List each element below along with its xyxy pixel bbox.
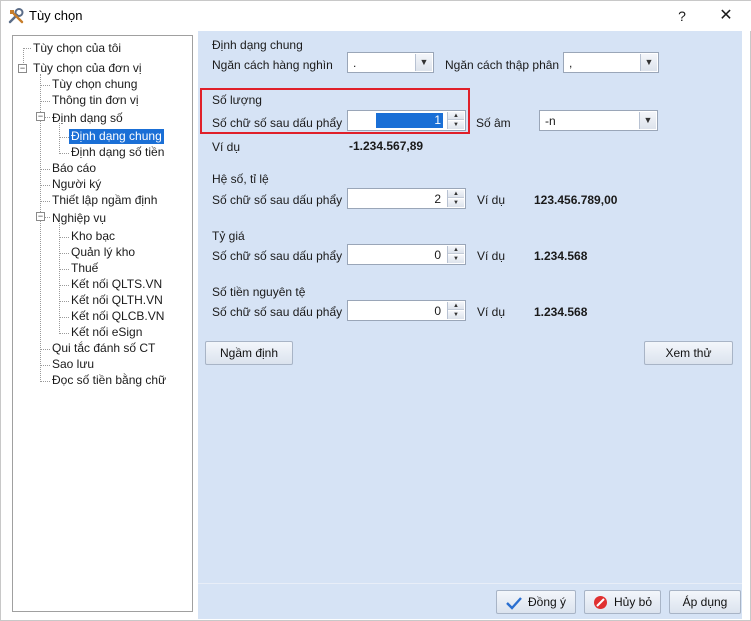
negative-number-label: Số âm	[476, 116, 511, 130]
chevron-down-icon[interactable]: ▼	[639, 112, 656, 129]
original-currency-decimals-spinner[interactable]: 0 ▲ ▼	[347, 300, 466, 321]
quantity-decimals-spinner[interactable]: 1 ▲ ▼	[347, 110, 466, 131]
checkmark-icon	[506, 597, 522, 610]
tree-item-reports[interactable]: Báo cáo	[50, 161, 98, 176]
tree-item-qlcb[interactable]: Kết nối QLCB.VN	[69, 309, 166, 324]
spin-down-icon[interactable]: ▼	[448, 311, 464, 319]
tree-item-treasury[interactable]: Kho bạc	[69, 229, 117, 244]
coefficient-decimals-label: Số chữ số sau dấu phẩy	[212, 193, 343, 207]
tree-item-amount-in-words[interactable]: Đọc số tiền bằng chữ	[50, 373, 168, 388]
window-title: Tùy chọn	[29, 8, 83, 23]
tree-item-unit-info[interactable]: Thông tin đơn vị	[50, 93, 141, 108]
tree-item-operations[interactable]: Nghiệp vụ	[50, 211, 108, 226]
cancel-button[interactable]: Hủy bỏ	[584, 590, 661, 614]
spin-up-icon[interactable]: ▲	[448, 112, 464, 120]
tree-item-esign[interactable]: Kết nối eSign	[69, 325, 144, 340]
coefficient-example-label: Ví dụ	[477, 193, 506, 207]
decimal-separator-select[interactable]: , ▼	[563, 52, 659, 73]
collapse-icon[interactable]: −	[36, 112, 45, 121]
tree-item-warehouse[interactable]: Quản lý kho	[69, 245, 137, 260]
original-currency-example-label: Ví dụ	[477, 305, 506, 319]
quantity-decimals-label: Số chữ số sau dấu phẩy	[212, 116, 343, 130]
tree-item-currency-format[interactable]: Định dạng số tiền	[69, 145, 166, 160]
spin-up-icon[interactable]: ▲	[448, 190, 464, 198]
spin-down-icon[interactable]: ▼	[448, 255, 464, 263]
spin-up-icon[interactable]: ▲	[448, 246, 464, 254]
default-button[interactable]: Ngầm định	[205, 341, 293, 365]
apply-button[interactable]: Áp dụng	[669, 590, 741, 614]
tree-item-backup[interactable]: Sao lưu	[50, 357, 96, 372]
ok-button[interactable]: Đồng ý	[496, 590, 576, 614]
collapse-icon[interactable]: −	[18, 64, 27, 73]
collapse-icon[interactable]: −	[36, 212, 45, 221]
coefficient-decimals-spinner[interactable]: 2 ▲ ▼	[347, 188, 466, 209]
section-title-rate: Tỷ giá	[212, 229, 245, 243]
tree-item-number-format[interactable]: Định dạng số	[50, 111, 125, 126]
preview-button[interactable]: Xem thử	[644, 341, 733, 365]
rate-decimals-spinner[interactable]: 0 ▲ ▼	[347, 244, 466, 265]
tree-item-general-format[interactable]: Định dạng chung	[69, 129, 164, 144]
chevron-down-icon[interactable]: ▼	[640, 54, 657, 71]
tree-item-numbering-rules[interactable]: Qui tắc đánh số CT	[50, 341, 157, 356]
spin-up-icon[interactable]: ▲	[448, 302, 464, 310]
tree-item-general-options[interactable]: Tùy chọn chung	[50, 77, 139, 92]
spin-down-icon[interactable]: ▼	[448, 199, 464, 207]
quantity-example-label: Ví dụ	[212, 140, 241, 154]
tree-item-default-settings[interactable]: Thiết lập ngầm định	[50, 193, 159, 208]
tree-item-unit-options[interactable]: Tùy chọn của đơn vị	[31, 61, 144, 76]
tools-icon	[8, 8, 24, 24]
title-bar: Tùy chọn ? ✕	[1, 1, 751, 31]
rate-decimals-label: Số chữ số sau dấu phẩy	[212, 249, 343, 263]
decimal-separator-label: Ngăn cách thập phân	[445, 58, 560, 72]
coefficient-example-value: 123.456.789,00	[534, 193, 618, 207]
options-window: Tùy chọn ? ✕ − − − Tùy chọn của tôi Tùy …	[0, 0, 751, 621]
quantity-example-value: -1.234.567,89	[349, 139, 424, 153]
original-currency-example-value: 1.234.568	[534, 305, 588, 319]
section-title-quantity: Số lượng	[212, 93, 262, 107]
thousand-separator-label: Ngăn cách hàng nghìn	[212, 58, 333, 72]
help-button[interactable]: ?	[669, 5, 695, 27]
tree-item-signers[interactable]: Người ký	[50, 177, 103, 192]
cancel-button-label: Hủy bỏ	[613, 595, 653, 609]
section-title-general: Định dạng chung	[212, 38, 303, 52]
rate-example-value: 1.234.568	[534, 249, 588, 263]
ok-button-label: Đồng ý	[527, 595, 567, 609]
tree-item-qlth[interactable]: Kết nối QLTH.VN	[69, 293, 165, 308]
spin-down-icon[interactable]: ▼	[448, 121, 464, 129]
cancel-icon	[593, 596, 607, 610]
tree-item-qlts[interactable]: Kết nối QLTS.VN	[69, 277, 164, 292]
options-tree: − − − Tùy chọn của tôi Tùy chọn của đơn …	[12, 35, 193, 612]
chevron-down-icon[interactable]: ▼	[415, 54, 432, 71]
section-title-original-currency: Số tiền nguyên tệ	[212, 285, 306, 299]
close-button[interactable]: ✕	[713, 5, 739, 27]
original-currency-decimals-label: Số chữ số sau dấu phẩy	[212, 305, 343, 319]
section-title-coefficient: Hệ số, tỉ lệ	[212, 172, 269, 186]
thousand-separator-select[interactable]: . ▼	[347, 52, 434, 73]
tree-item-tax[interactable]: Thuế	[69, 261, 100, 276]
negative-number-select[interactable]: -n ▼	[539, 110, 658, 131]
rate-example-label: Ví dụ	[477, 249, 506, 263]
tree-item-my-options[interactable]: Tùy chọn của tôi	[31, 41, 123, 56]
